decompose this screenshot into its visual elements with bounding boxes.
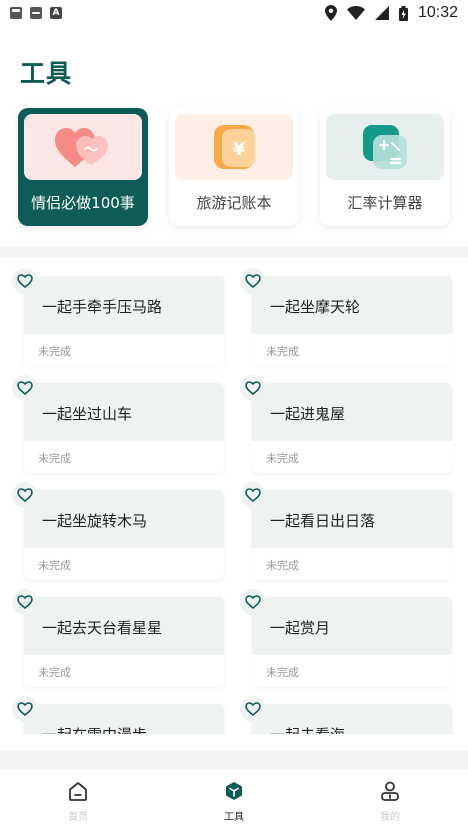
item-title: 一起去看海 — [270, 724, 345, 734]
calculator-icon — [363, 125, 407, 169]
list-item[interactable]: 一起去天台看星星 未完成 — [12, 579, 224, 687]
svg-text:¥: ¥ — [233, 139, 246, 160]
item-status: 未完成 — [266, 559, 299, 572]
item-card[interactable]: 一起看日出日落 未完成 — [252, 490, 452, 580]
tool-thumb — [24, 114, 142, 180]
heart-icon[interactable] — [240, 482, 266, 508]
nav-tools[interactable]: 工具 — [156, 770, 312, 832]
list-item[interactable]: 一起坐过山车 未完成 — [12, 365, 224, 473]
wifi-icon — [346, 6, 365, 20]
status-bar: A 10:32 — [0, 0, 468, 26]
item-card[interactable]: 一起手牵手压马路 未完成 — [24, 276, 224, 366]
item-title: 一起进鬼屋 — [270, 405, 346, 423]
cube-icon — [226, 781, 242, 800]
heart-icon[interactable] — [12, 482, 38, 508]
item-title: 一起在雪中漫步 — [42, 724, 147, 734]
list-item[interactable]: 一起手牵手压马路 未完成 — [12, 258, 224, 366]
item-title: 一起坐过山车 — [42, 405, 133, 423]
item-card[interactable]: 一起进鬼屋 未完成 — [252, 383, 452, 473]
tool-card-exchange-calculator[interactable]: 汇率计算器 — [320, 108, 450, 226]
app-a-icon: A — [50, 7, 62, 19]
nav-profile[interactable]: 我的 — [312, 770, 468, 832]
heart-icon[interactable] — [12, 696, 38, 722]
heart-icon[interactable] — [240, 268, 266, 294]
list-item[interactable]: 一起去看海 — [240, 686, 452, 734]
heart-icon[interactable] — [240, 696, 266, 722]
list-item[interactable]: 一起在雪中漫步 — [12, 686, 224, 734]
item-title: 一起看日出日落 — [270, 512, 376, 530]
item-status: 未完成 — [266, 452, 299, 465]
item-title: 一起去天台看星星 — [42, 619, 163, 637]
item-card[interactable]: 一起坐旋转木马 未完成 — [24, 490, 224, 580]
bottom-nav: 首页 工具 我的 — [0, 770, 468, 832]
item-title: 一起坐摩天轮 — [270, 298, 361, 316]
status-right: 10:32 — [324, 4, 458, 22]
item-card[interactable]: 一起去看海 — [252, 704, 452, 734]
item-title: 一起赏月 — [270, 619, 331, 637]
tool-cards: 情侣必做100事 ¥ 旅游记账本 汇率计算器 — [18, 108, 450, 228]
nav-label: 我的 — [380, 811, 400, 823]
location-icon — [324, 5, 337, 21]
clock: 10:32 — [417, 4, 458, 21]
list-item[interactable]: 一起看日出日落 未完成 — [240, 472, 452, 580]
yen-wallet-icon: ¥ — [214, 125, 256, 169]
status-left: A — [10, 7, 62, 19]
item-title: 一起手牵手压马路 — [42, 298, 163, 316]
item-card[interactable]: 一起赏月 未完成 — [252, 597, 452, 687]
heart-icon[interactable] — [12, 268, 38, 294]
bottom-divider — [0, 750, 468, 770]
item-title: 一起坐旋转木马 — [42, 512, 148, 530]
nav-label: 工具 — [224, 811, 244, 823]
tool-label: 情侣必做100事 — [31, 194, 135, 212]
item-status: 未完成 — [266, 666, 299, 679]
nav-label: 首页 — [68, 811, 88, 823]
page-title: 工具 — [20, 59, 73, 88]
notification-icon — [30, 7, 42, 19]
item-card[interactable]: 一起去天台看星星 未完成 — [24, 597, 224, 687]
tool-card-couple-100[interactable]: 情侣必做100事 — [18, 108, 148, 226]
heart-icon[interactable] — [12, 589, 38, 615]
item-status: 未完成 — [38, 345, 71, 358]
item-status: 未完成 — [38, 452, 71, 465]
home-icon — [69, 781, 87, 801]
notification-icon — [10, 7, 22, 19]
list-item[interactable]: 一起进鬼屋 未完成 — [240, 365, 452, 473]
item-card[interactable]: 一起坐摩天轮 未完成 — [252, 276, 452, 366]
hearts-icon — [55, 128, 108, 167]
tool-card-travel-ledger[interactable]: ¥ 旅游记账本 — [169, 108, 299, 226]
signal-icon — [374, 6, 389, 20]
item-status: 未完成 — [266, 345, 299, 358]
section-divider — [0, 246, 468, 258]
nav-home[interactable]: 首页 — [0, 770, 156, 832]
list-item[interactable]: 一起赏月 未完成 — [240, 579, 452, 687]
list-item[interactable]: 一起坐摩天轮 未完成 — [240, 258, 452, 366]
item-card[interactable]: 一起在雪中漫步 — [24, 704, 224, 734]
tool-label: 汇率计算器 — [347, 194, 423, 212]
tool-thumb — [326, 114, 444, 180]
item-card[interactable]: 一起坐过山车 未完成 — [24, 383, 224, 473]
list-item[interactable]: 一起坐旋转木马 未完成 — [12, 472, 224, 580]
tool-label: 旅游记账本 — [196, 194, 272, 212]
heart-icon[interactable] — [240, 589, 266, 615]
tool-thumb: ¥ — [175, 114, 293, 180]
item-status: 未完成 — [38, 666, 71, 679]
battery-icon — [398, 5, 408, 21]
profile-icon — [381, 781, 399, 801]
item-status: 未完成 — [38, 559, 71, 572]
heart-icon[interactable] — [240, 375, 266, 401]
todo-list: 一起手牵手压马路 未完成 一起坐摩天轮 未完成 一起坐过山车 未完成 一起进鬼屋 — [0, 258, 468, 734]
heart-icon[interactable] — [12, 375, 38, 401]
